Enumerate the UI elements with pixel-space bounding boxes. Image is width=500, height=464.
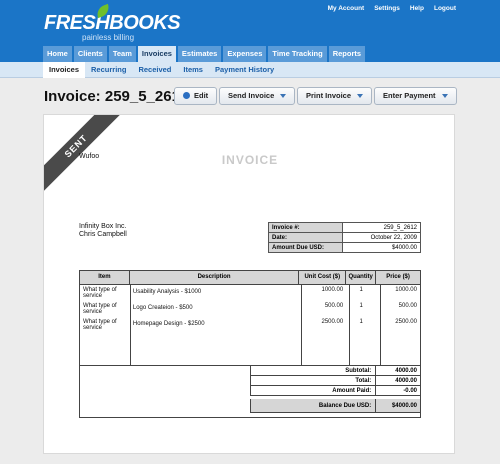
subnav-recurring[interactable]: Recurring: [85, 62, 132, 78]
line-item-quantity: 1: [359, 319, 363, 325]
line-item-unit-cost: 2500.00: [321, 319, 344, 325]
client-company: Infinity Box Inc.: [79, 223, 127, 230]
table-row: What type of service Usability Analysis …: [80, 285, 420, 301]
balance-due-label: Balance Due USD:: [251, 399, 377, 412]
enter-payment-label: Enter Payment: [383, 91, 436, 100]
line-item-name: What type of service: [83, 319, 117, 331]
tab-time-tracking[interactable]: Time Tracking: [268, 46, 327, 62]
amount-paid-label: Amount Paid:: [251, 386, 377, 395]
line-item-name: What type of service: [83, 303, 117, 315]
amount-due-label: Amount Due USD:: [268, 242, 343, 253]
subnav-received[interactable]: Received: [132, 62, 177, 78]
tab-clients[interactable]: Clients: [73, 46, 107, 62]
amount-due-value: $4000.00: [342, 242, 421, 253]
line-items-table: Item Description Unit Cost ($) Quantity …: [79, 270, 421, 418]
edit-icon: [183, 92, 190, 99]
amount-paid-value: -0.00: [403, 388, 417, 394]
invoice-number-label: Invoice #:: [268, 222, 343, 233]
invoice-meta-table: Invoice #: 259_5_2612 Date: October 22, …: [268, 222, 421, 253]
total-label: Total:: [251, 376, 377, 385]
table-row: What type of service Homepage Design - $…: [80, 317, 420, 333]
top-bar: FRESHBOOKS painless billing My Account S…: [0, 0, 500, 62]
line-item-unit-cost: 1000.00: [321, 287, 344, 293]
edit-label: Edit: [194, 91, 209, 100]
subtotal-row: Subtotal: 4000.00: [250, 366, 420, 376]
totals-section: Subtotal: 4000.00 Total: 4000.00 Amount …: [80, 365, 420, 413]
client-address: Infinity Box Inc. Chris Campbell: [79, 223, 127, 239]
invoice-document: SENT Wufoo INVOICE Infinity Box Inc. Chr…: [43, 114, 455, 454]
print-invoice-button[interactable]: Print Invoice: [297, 87, 373, 105]
balance-due-value: $4000.00: [391, 403, 417, 409]
chevron-down-icon: [441, 94, 448, 99]
total-value: 4000.00: [395, 378, 417, 384]
subnav-items[interactable]: Items: [177, 62, 209, 78]
line-item-description: Homepage Design - $2500: [132, 321, 205, 327]
line-item-quantity: 1: [359, 287, 363, 293]
chevron-down-icon: [357, 94, 364, 99]
main-tabs: Home Clients Team Invoices Estimates Exp…: [43, 46, 366, 62]
page-title: Invoice: 259_5_2612: [44, 88, 189, 105]
subtotal-label: Subtotal:: [251, 366, 377, 375]
tab-reports[interactable]: Reports: [328, 46, 366, 62]
amount-paid-row: Amount Paid: -0.00: [250, 386, 420, 396]
line-item-name: What type of service: [83, 287, 117, 299]
col-price: Price ($): [386, 274, 410, 280]
total-row: Total: 4000.00: [250, 376, 420, 386]
tab-estimates[interactable]: Estimates: [177, 46, 222, 62]
col-description: Description: [130, 271, 300, 284]
tab-expenses[interactable]: Expenses: [223, 46, 267, 62]
account-links: My Account Settings Help Logout: [328, 5, 456, 12]
invoice-number-value: 259_5_2612: [342, 222, 421, 233]
line-item-price: 1000.00: [395, 287, 417, 293]
help-link[interactable]: Help: [410, 5, 424, 12]
send-invoice-button[interactable]: Send Invoice: [219, 87, 296, 105]
invoice-heading: INVOICE: [221, 153, 279, 167]
send-invoice-label: Send Invoice: [228, 91, 275, 100]
line-item-price: 500.00: [398, 303, 417, 309]
edit-button[interactable]: Edit: [174, 87, 218, 105]
settings-link[interactable]: Settings: [374, 5, 400, 12]
subtotal-value: 4000.00: [395, 368, 417, 374]
balance-due-row: Balance Due USD: $4000.00: [250, 399, 420, 413]
print-invoice-label: Print Invoice: [306, 91, 352, 100]
line-item-quantity: 1: [359, 303, 363, 309]
brand-logo[interactable]: FRESHBOOKS: [44, 12, 181, 35]
logout-link[interactable]: Logout: [434, 5, 456, 12]
line-items-body: What type of service Usability Analysis …: [80, 285, 420, 365]
client-contact: Chris Campbell: [79, 231, 127, 238]
sub-navigation: Invoices Recurring Received Items Paymen…: [0, 62, 500, 78]
line-item-price: 2500.00: [395, 319, 417, 325]
col-unit-cost: Unit Cost ($): [299, 271, 347, 284]
line-items-header: Item Description Unit Cost ($) Quantity …: [80, 271, 420, 285]
line-item-description: Logo Createion - $500: [132, 305, 193, 311]
tab-home[interactable]: Home: [43, 46, 72, 62]
col-quantity: Quantity: [346, 271, 377, 284]
tab-invoices[interactable]: Invoices: [137, 46, 176, 62]
my-account-link[interactable]: My Account: [328, 5, 365, 12]
table-row: What type of service Logo Createion - $5…: [80, 301, 420, 317]
enter-payment-button[interactable]: Enter Payment: [374, 87, 457, 105]
subnav-invoices[interactable]: Invoices: [43, 62, 86, 78]
tab-team[interactable]: Team: [108, 46, 136, 62]
line-item-unit-cost: 500.00: [324, 303, 344, 309]
col-item: Item: [80, 271, 130, 284]
invoice-date-value: October 22, 2009: [342, 232, 421, 243]
brand-tagline: painless billing: [82, 33, 135, 42]
chevron-down-icon: [280, 94, 287, 99]
invoice-date-label: Date:: [268, 232, 343, 243]
line-item-description: Usability Analysis - $1000: [132, 289, 202, 295]
subnav-payment-history[interactable]: Payment History: [209, 62, 280, 78]
